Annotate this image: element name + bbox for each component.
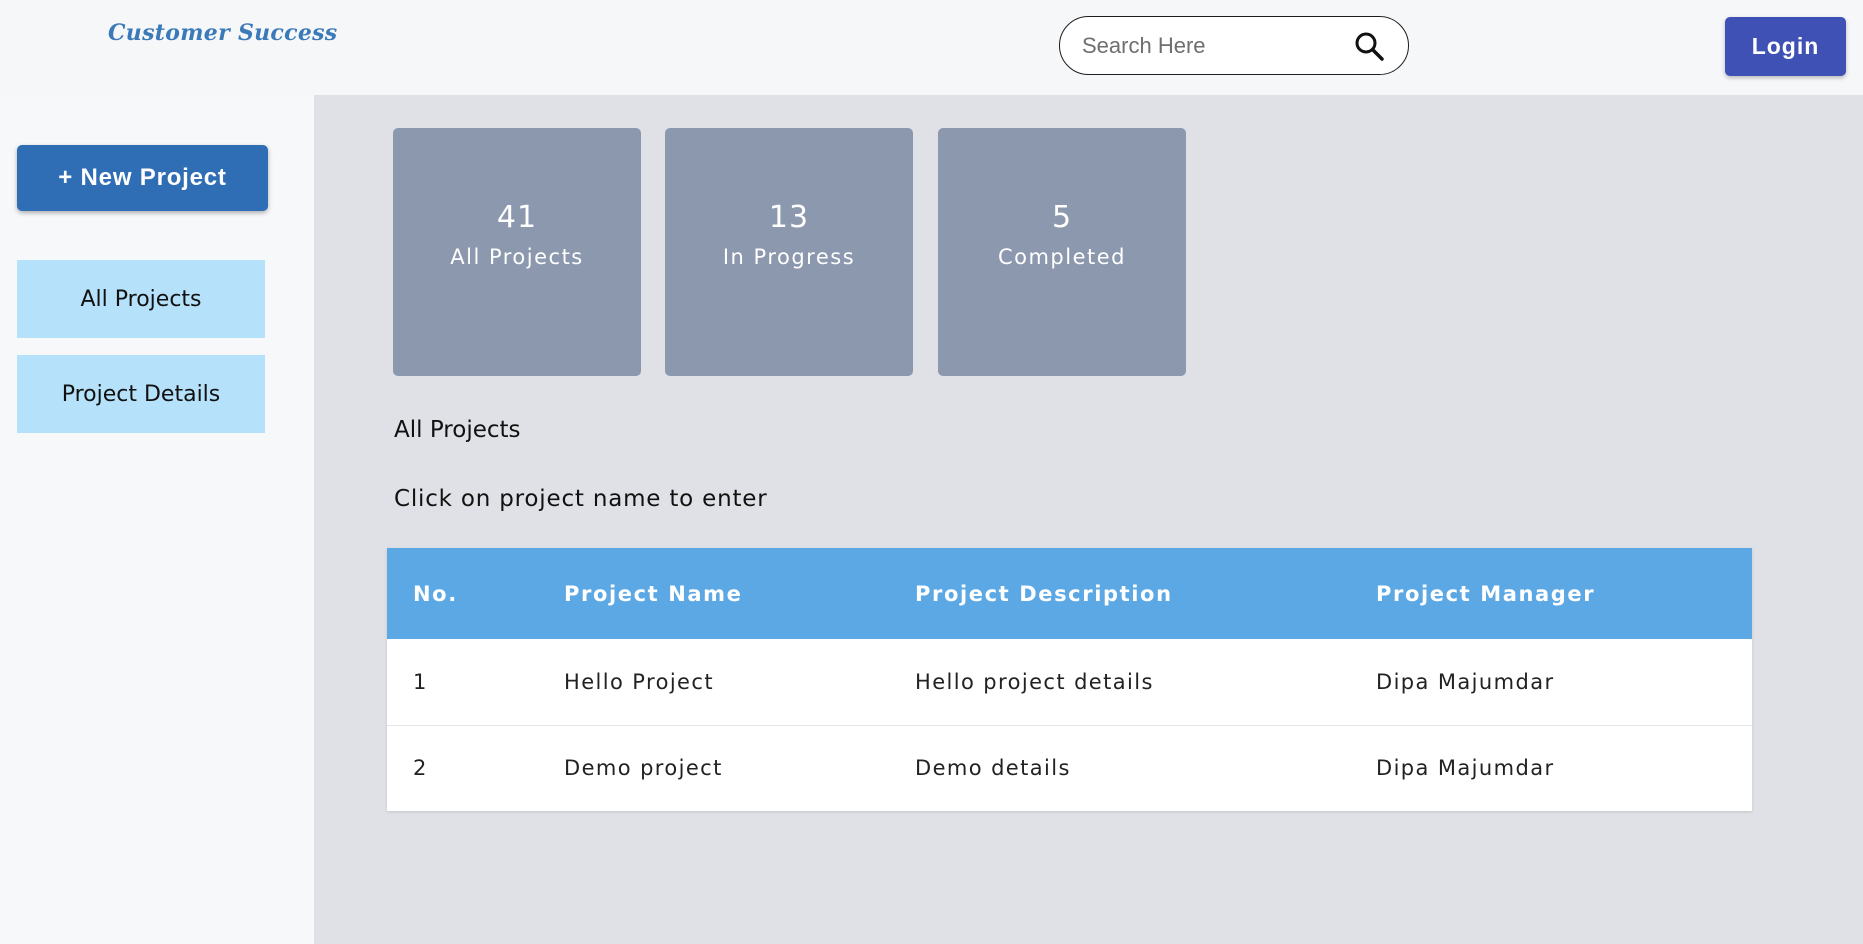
- stat-value: 5: [1051, 200, 1073, 235]
- search-icon[interactable]: [1352, 29, 1388, 65]
- stat-label: Completed: [997, 245, 1127, 269]
- new-project-button[interactable]: + New Project: [17, 145, 268, 211]
- stat-card-all-projects[interactable]: 41 All Projects: [393, 128, 641, 376]
- hint-text: Click on project name to enter: [394, 486, 768, 512]
- table-header-row: No. Project Name Project Description Pro…: [387, 548, 1752, 639]
- stat-label: All Projects: [450, 245, 584, 269]
- brand-logo[interactable]: Customer Success: [108, 20, 338, 46]
- sidebar: + New Project All Projects Project Detai…: [0, 112, 314, 944]
- search-box: [1059, 16, 1409, 75]
- sidebar-item-project-details[interactable]: Project Details: [17, 355, 265, 433]
- cell-no: 2: [413, 756, 428, 781]
- cell-no: 1: [413, 669, 428, 694]
- cell-project-description: Hello project details: [915, 669, 1154, 694]
- column-header-project-description: Project Description: [915, 581, 1173, 606]
- sidebar-item-all-projects[interactable]: All Projects: [17, 260, 265, 338]
- login-button[interactable]: Login: [1725, 17, 1846, 76]
- cell-project-manager: Dipa Majumdar: [1376, 669, 1555, 694]
- column-header-project-name: Project Name: [564, 581, 743, 606]
- stat-card-in-progress[interactable]: 13 In Progress: [665, 128, 913, 376]
- stat-label: In Progress: [722, 245, 856, 269]
- table-row: 1 Hello Project Hello project details Di…: [387, 639, 1752, 725]
- table-row: 2 Demo project Demo details Dipa Majumda…: [387, 725, 1752, 811]
- projects-table: No. Project Name Project Description Pro…: [387, 548, 1752, 811]
- cell-project-name[interactable]: Demo project: [538, 725, 889, 811]
- column-header-no: No.: [413, 581, 458, 606]
- search-input[interactable]: [1078, 27, 1348, 65]
- stat-value: 41: [496, 200, 538, 235]
- main-content: 41 All Projects 13 In Progress 5 Complet…: [314, 95, 1863, 944]
- cell-project-description: Demo details: [915, 756, 1071, 781]
- cell-project-manager: Dipa Majumdar: [1376, 756, 1555, 781]
- column-header-project-manager: Project Manager: [1376, 581, 1596, 606]
- stat-card-completed[interactable]: 5 Completed: [938, 128, 1186, 376]
- stat-value: 13: [768, 200, 810, 235]
- section-title: All Projects: [394, 417, 521, 443]
- cell-project-name[interactable]: Hello Project: [538, 639, 889, 725]
- top-navbar: Customer Success Login: [0, 0, 1863, 95]
